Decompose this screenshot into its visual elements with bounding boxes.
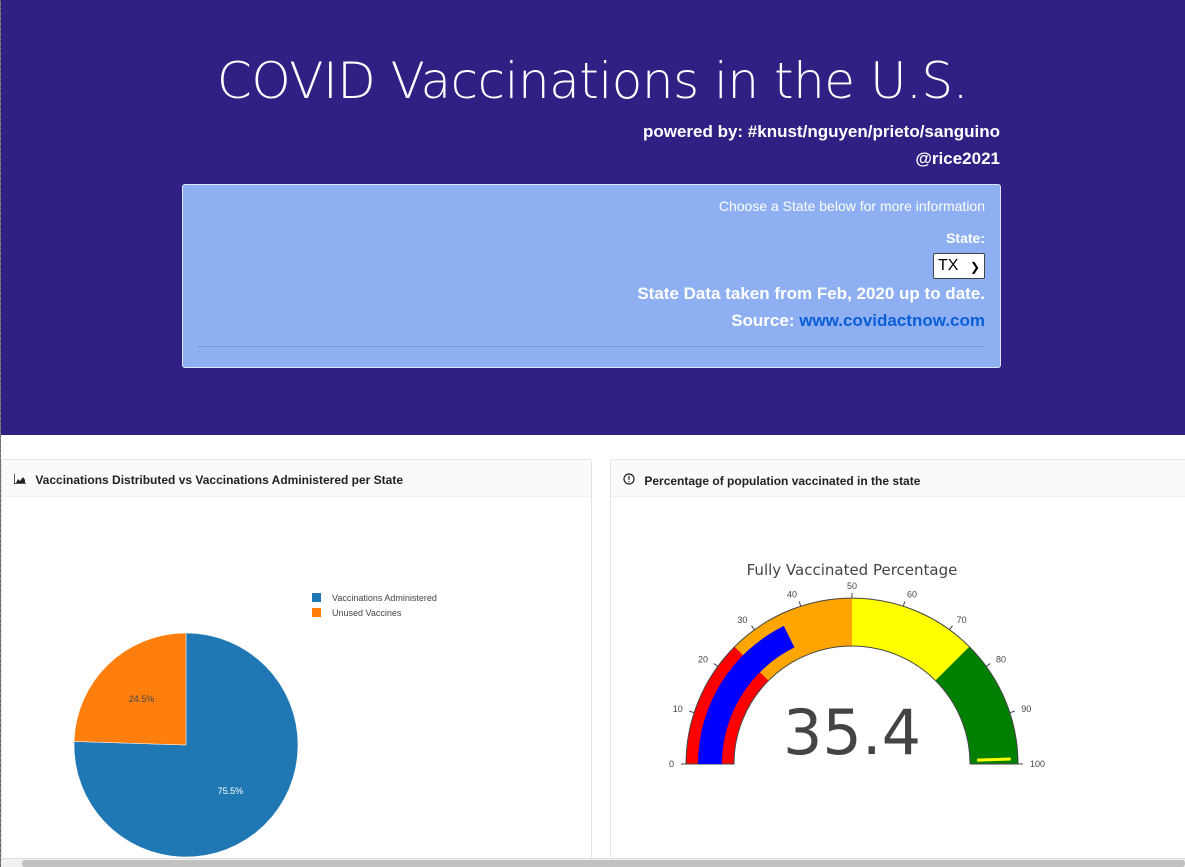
percentage-card: Percentage of population vaccinated in t… <box>610 459 1185 859</box>
source-line: Source: www.covidactnow.com <box>731 311 985 331</box>
state-select[interactable]: TX ❯ <box>933 253 985 279</box>
legend-swatch-1 <box>312 593 321 602</box>
gauge-title: Fully Vaccinated Percentage <box>747 561 958 579</box>
pie-chart: 75.5% 24.5% Vaccinations Administered Unuse… <box>73 593 437 858</box>
horizontal-scrollbar[interactable] <box>0 858 1185 867</box>
gauge-tick-20 <box>713 663 718 667</box>
gauge-tick-80 <box>986 663 991 667</box>
gauge-tick-90 <box>1009 710 1015 714</box>
gauge-tick-60 <box>902 601 906 607</box>
source-label: Source: <box>731 311 795 330</box>
gauge-tick-label-50: 50 <box>847 581 857 591</box>
window-edge <box>0 0 1 867</box>
gauge-tick-label-90: 90 <box>1021 704 1031 714</box>
page: COVID Vaccinations in the U.S. powered b… <box>0 0 1185 867</box>
distribution-card: Vaccinations Distributed vs Vaccinations… <box>1 459 592 859</box>
gauge-tick-label-80: 80 <box>996 654 1006 664</box>
state-select-value: TX <box>938 257 959 274</box>
state-label: State: <box>946 230 985 246</box>
selector-hint: Choose a State below for more informatio… <box>718 198 985 214</box>
hero-banner: COVID Vaccinations in the U.S. powered b… <box>0 0 1185 435</box>
panel-divider <box>198 346 985 347</box>
gauge-value-number: 35.4 <box>783 696 921 769</box>
state-selector-panel: Choose a State below for more informatio… <box>182 184 1001 368</box>
gauge-tick-label-0: 0 <box>669 759 674 769</box>
legend-label-2: Unused Vaccines <box>332 608 402 618</box>
powered-by-text: powered by: #knust/nguyen/prieto/sanguin… <box>642 122 1000 141</box>
gauge-tick-70 <box>949 625 953 630</box>
legend-swatch-2 <box>312 608 321 617</box>
gauge-tick-label-30: 30 <box>737 615 747 625</box>
pie-slice-label-2: 24.5% <box>129 694 155 704</box>
page-title: COVID Vaccinations in the U.S. <box>216 52 969 110</box>
gauge-chart: Fully Vaccinated Percentage 0 10 20 30 40 50 60… <box>669 561 1045 769</box>
scrollbar-thumb[interactable] <box>22 860 1185 867</box>
pie-slice-2 <box>73 632 187 746</box>
handle-text: @rice2021 <box>915 149 1000 168</box>
gauge-tick-label-100: 100 <box>1030 759 1045 769</box>
source-link[interactable]: www.covidactnow.com <box>799 311 985 330</box>
gauge-tick-label-40: 40 <box>787 590 797 600</box>
gauge-tick-label-10: 10 <box>673 704 683 714</box>
legend-label-1: Vaccinations Administered <box>332 593 437 603</box>
gauge-tick-label-60: 60 <box>907 590 917 600</box>
state-data-note: State Data taken from Feb, 2020 up to da… <box>637 284 985 303</box>
pie-slice-label-1: 75.5% <box>218 786 244 796</box>
chevron-down-icon: ❯ <box>969 260 980 274</box>
gauge-tick-label-20: 20 <box>698 654 708 664</box>
gauge-threshold <box>977 757 1011 762</box>
gauge-tick-10 <box>689 710 695 714</box>
gauge-tick-40 <box>798 601 802 607</box>
gauge-tick-30 <box>751 625 755 630</box>
gauge-tick-label-70: 70 <box>957 615 967 625</box>
